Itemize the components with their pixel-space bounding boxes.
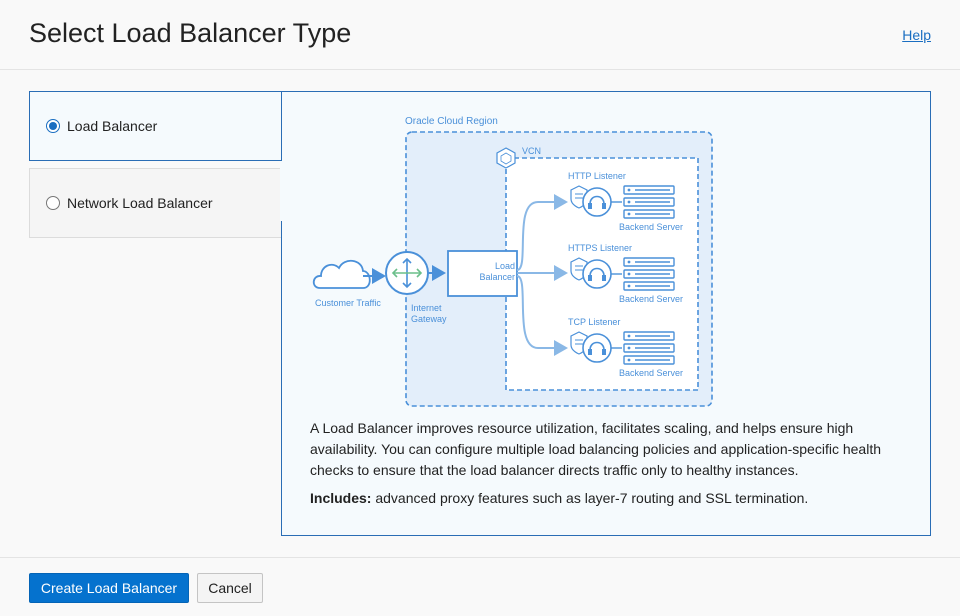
option-load-balancer[interactable]: Load Balancer	[29, 91, 282, 161]
listener-label-tcp: TCP Listener	[568, 317, 620, 327]
backend-server-icon-https	[623, 257, 675, 291]
radio-load-balancer[interactable]	[46, 119, 60, 133]
includes-text: Includes: advanced proxy features such a…	[310, 490, 910, 506]
backend-server-label-https: Backend Server	[619, 294, 683, 304]
panel-join	[280, 161, 283, 221]
listener-label-http: HTTP Listener	[568, 171, 626, 181]
backend-server-label-http: Backend Server	[619, 222, 683, 232]
backend-server-label-tcp: Backend Server	[619, 368, 683, 378]
vcn-label: VCN	[522, 146, 541, 156]
customer-traffic-label: Customer Traffic	[315, 298, 381, 308]
option-label-load-balancer: Load Balancer	[67, 118, 158, 134]
option-network-load-balancer[interactable]: Network Load Balancer	[29, 168, 282, 238]
lb-label-line1: Load	[495, 261, 515, 271]
backend-server-icon-tcp	[623, 331, 675, 365]
create-load-balancer-button[interactable]: Create Load Balancer	[29, 573, 189, 603]
vcn-icon	[496, 147, 516, 169]
option-label-network-load-balancer: Network Load Balancer	[67, 195, 213, 211]
cloud-icon	[312, 259, 371, 289]
includes-label: Includes:	[310, 490, 372, 506]
main-content: Load Balancer Network Load Balancer Orac…	[0, 70, 960, 557]
backend-server-icon-http	[623, 185, 675, 219]
gateway-label-line1: Internet	[411, 303, 442, 313]
gateway-label-line2: Gateway	[411, 314, 447, 324]
listener-label-https: HTTPS Listener	[568, 243, 632, 253]
cancel-button[interactable]: Cancel	[197, 573, 263, 603]
page-header: Select Load Balancer Type Help	[0, 0, 960, 70]
description-text: A Load Balancer improves resource utiliz…	[310, 420, 881, 478]
includes-detail: advanced proxy features such as layer-7 …	[371, 490, 809, 506]
architecture-diagram: Oracle Cloud Region VCN Customer Traffic	[312, 116, 713, 407]
description-panel: Oracle Cloud Region VCN Customer Traffic	[281, 91, 931, 536]
region-label: Oracle Cloud Region	[405, 116, 498, 127]
radio-network-load-balancer[interactable]	[46, 196, 60, 210]
page-footer: Create Load Balancer Cancel	[0, 557, 960, 616]
lb-label-line2: Balancer	[479, 272, 515, 282]
gateway-icon	[385, 251, 429, 295]
help-link[interactable]: Help	[902, 27, 931, 43]
page-title: Select Load Balancer Type	[29, 18, 352, 48]
